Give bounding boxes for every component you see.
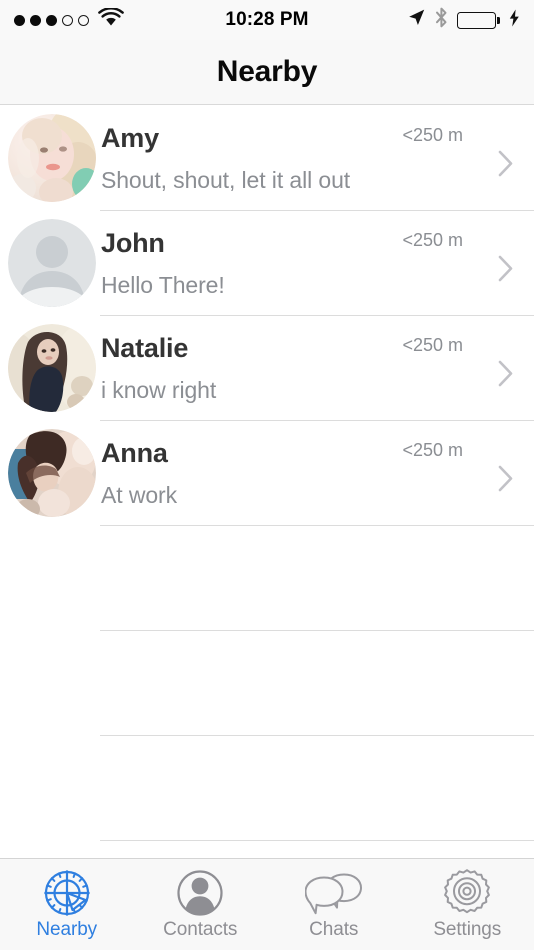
row-name: John bbox=[101, 228, 165, 258]
tab-label: Nearby bbox=[36, 919, 98, 940]
tab-label: Settings bbox=[433, 919, 502, 940]
table-row[interactable]: Natalie i know right <250 m bbox=[0, 316, 534, 421]
avatar-anna[interactable] bbox=[8, 429, 96, 517]
tab-nearby[interactable]: Nearby bbox=[0, 859, 134, 950]
empty-row bbox=[0, 736, 534, 841]
tab-label: Contacts bbox=[163, 919, 238, 940]
lightning-bolt-icon bbox=[509, 9, 520, 32]
person-icon bbox=[174, 868, 226, 918]
gear-icon bbox=[441, 868, 493, 918]
signal-dot-filled bbox=[46, 14, 57, 26]
row-subtitle: Shout, shout, let it all out bbox=[101, 167, 351, 193]
row-distance: <250 m bbox=[402, 125, 463, 145]
table-row[interactable]: Anna At work <250 m bbox=[0, 421, 534, 526]
table-row[interactable]: Amy Shout, shout, let it all out <250 m bbox=[0, 106, 534, 211]
empty-row bbox=[0, 526, 534, 631]
avatar-john-placeholder[interactable] bbox=[8, 219, 96, 307]
tab-contacts[interactable]: Contacts bbox=[134, 859, 268, 950]
row-distance: <250 m bbox=[402, 440, 463, 460]
page-title: Nearby bbox=[216, 55, 318, 88]
wifi-icon bbox=[98, 7, 124, 32]
row-name: Amy bbox=[101, 123, 159, 153]
chevron-right-icon[interactable] bbox=[498, 465, 514, 492]
signal-dot-empty bbox=[62, 14, 73, 26]
row-distance: <250 m bbox=[402, 230, 463, 250]
row-name: Natalie bbox=[101, 333, 189, 363]
tab-label: Chats bbox=[309, 919, 359, 940]
signal-dot-filled bbox=[30, 14, 41, 26]
row-subtitle: At work bbox=[101, 482, 177, 508]
row-subtitle: i know right bbox=[101, 377, 217, 403]
avatar-natalie[interactable] bbox=[8, 324, 96, 412]
navigation-bar: Nearby bbox=[0, 40, 534, 105]
status-bar: 10:28 PM bbox=[0, 0, 534, 40]
tab-chats[interactable]: Chats bbox=[267, 859, 401, 950]
signal-dot-empty bbox=[78, 14, 89, 26]
tab-bar: Nearby Contacts Chats Settings bbox=[0, 858, 534, 950]
empty-row bbox=[0, 631, 534, 736]
location-arrow-icon bbox=[407, 8, 426, 32]
chevron-right-icon[interactable] bbox=[498, 360, 514, 387]
chat-bubbles-icon bbox=[304, 868, 363, 918]
row-name: Anna bbox=[101, 438, 168, 468]
radar-icon bbox=[41, 868, 93, 918]
signal-strength-icon bbox=[14, 14, 89, 26]
table-row[interactable]: John Hello There! <250 m bbox=[0, 211, 534, 316]
status-bar-right bbox=[407, 7, 520, 33]
row-subtitle: Hello There! bbox=[101, 272, 225, 298]
battery-icon bbox=[457, 11, 500, 29]
row-separator bbox=[100, 840, 534, 841]
status-bar-left bbox=[14, 7, 124, 32]
tab-settings[interactable]: Settings bbox=[401, 859, 534, 950]
signal-dot-filled bbox=[14, 14, 25, 26]
nearby-user-list[interactable]: Amy Shout, shout, let it all out <250 m … bbox=[0, 106, 534, 858]
chevron-right-icon[interactable] bbox=[498, 255, 514, 282]
avatar-amy[interactable] bbox=[8, 114, 96, 202]
bluetooth-icon bbox=[435, 7, 448, 33]
chevron-right-icon[interactable] bbox=[498, 150, 514, 177]
row-distance: <250 m bbox=[402, 335, 463, 355]
